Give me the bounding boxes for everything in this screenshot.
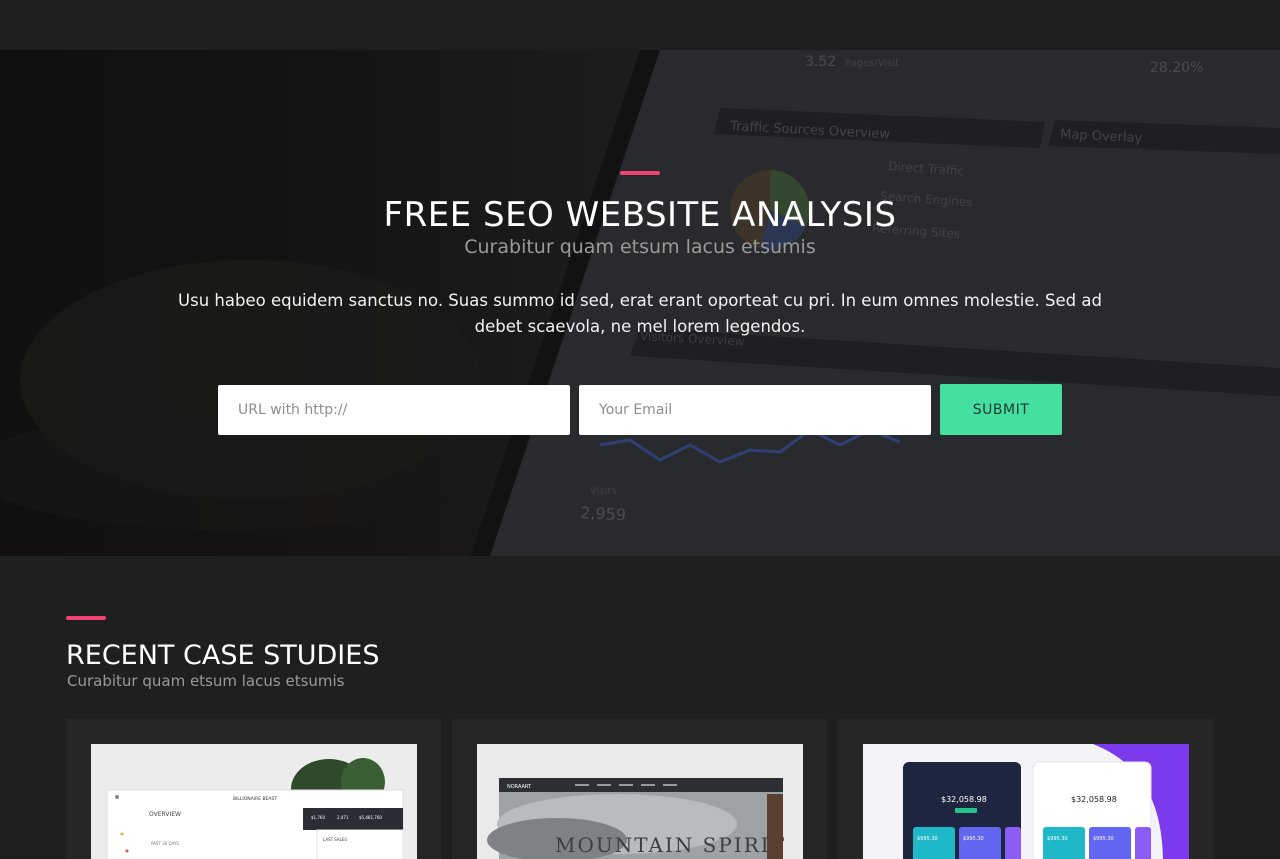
case-study-card[interactable]: NORAART MOUNTAIN SPIRIT [452,719,827,859]
mockup-badge [955,808,977,813]
mockup-nav-link [575,784,589,786]
mockup-chart-dot [125,849,129,853]
mockup-tile-value: $995.30 [963,836,984,842]
section-accent-bar [66,616,106,620]
mockup-nav-link [619,784,633,786]
mockup-nav-link [641,784,655,786]
email-input[interactable] [579,385,931,435]
case-studies-title: RECENT CASE STUDIES [66,640,380,671]
mockup-tile [1043,827,1085,859]
mockup-stat: 2,471 [337,815,349,820]
mockup-chart-dot [120,832,124,836]
hero-subtitle: Curabitur quam etsum lacus etsumis [464,236,816,258]
mockup-tile-value: $995.30 [1047,836,1068,842]
mockup-list-title: LAST SALES [323,837,347,842]
mockup-stat: $1,760 [311,815,325,820]
mockup-tile [959,827,1001,859]
mockup-headline: MOUNTAIN SPIRIT [555,833,786,857]
mockup-photo-strip [767,794,783,859]
case-study-card[interactable]: BILLIONAIRE BEAST OVERVIEW PAST 30 DAYS … [66,719,441,859]
mockup-heading: OVERVIEW [149,811,181,818]
mockup-period: PAST 30 DAYS [151,841,179,846]
mockup-tile-value: $995.30 [917,836,938,842]
submit-button[interactable]: SUBMIT [940,384,1062,435]
hero-title: FREE SEO WEBSITE ANALYSIS [383,195,897,235]
hero-section: 3.52 Pages/Visit 28.20% Traffic Sources … [0,50,1280,556]
finance-app-mockup-image: $32,058.98 $995.30 $995.30 $32,058.98 $9… [863,744,1189,859]
mockup-tile-value: $995.30 [1093,836,1114,842]
mockup-nav-link [663,784,677,786]
mockup-stat: $5,481,760 [359,815,382,820]
mockup-tile [1005,827,1021,859]
hero-description: Usu habeo equidem sanctus no. Suas summo… [178,291,1102,336]
url-input[interactable] [218,385,570,435]
mockup-side-panel [316,829,404,859]
case-study-thumbnail[interactable]: NORAART MOUNTAIN SPIRIT [477,744,803,859]
case-study-thumbnail[interactable]: BILLIONAIRE BEAST OVERVIEW PAST 30 DAYS … [91,744,417,859]
mockup-tile [913,827,955,859]
mockup-brand: NORAART [507,784,532,790]
top-navbar [0,0,1280,50]
dashboard-mockup-image: BILLIONAIRE BEAST OVERVIEW PAST 30 DAYS … [91,744,417,859]
case-study-card[interactable]: $32,058.98 $995.30 $995.30 $32,058.98 $9… [838,719,1213,859]
mockup-logo-dot [115,795,119,799]
mockup-tile [1135,827,1151,859]
mockup-amount: $32,058.98 [941,795,987,804]
mockup-amount: $32,058.98 [1071,795,1117,804]
mockup-tile [1089,827,1131,859]
website-mockup-image: NORAART MOUNTAIN SPIRIT [477,744,803,859]
case-studies-subtitle: Curabitur quam etsum lacus etsumis [67,672,345,690]
mockup-nav-link [597,784,611,786]
mockup-brand: BILLIONAIRE BEAST [233,796,277,802]
hero-accent-bar [620,171,660,175]
case-study-thumbnail[interactable]: $32,058.98 $995.30 $995.30 $32,058.98 $9… [863,744,1189,859]
